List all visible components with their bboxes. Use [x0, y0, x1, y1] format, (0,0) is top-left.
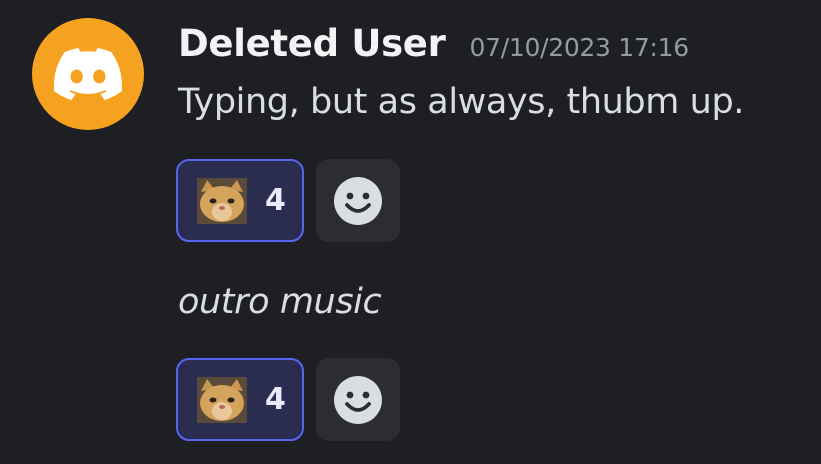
- message-header: Deleted User 07/10/2023 17:16: [178, 22, 689, 76]
- smile-icon: [334, 375, 382, 424]
- reaction-button[interactable]: 4: [176, 159, 304, 242]
- username[interactable]: Deleted User: [178, 22, 446, 65]
- reaction-count: 4: [265, 382, 286, 417]
- reaction-button[interactable]: 4: [176, 358, 304, 441]
- cat-face-emoji-icon: [197, 376, 247, 423]
- message-content: Typing, but as always, thubm up.: [178, 82, 744, 122]
- avatar[interactable]: [32, 18, 144, 130]
- add-reaction-button[interactable]: [316, 159, 400, 242]
- discord-logo-icon: [54, 48, 122, 100]
- reactions-bar: 4: [176, 358, 400, 441]
- timestamp[interactable]: 07/10/2023 17:16: [470, 33, 690, 62]
- reaction-count: 4: [265, 183, 286, 218]
- reactions-bar: 4: [176, 159, 400, 242]
- smile-icon: [334, 176, 382, 225]
- followup-message-content: outro music: [178, 282, 382, 322]
- cat-face-emoji-icon: [197, 177, 247, 224]
- add-reaction-button[interactable]: [316, 358, 400, 441]
